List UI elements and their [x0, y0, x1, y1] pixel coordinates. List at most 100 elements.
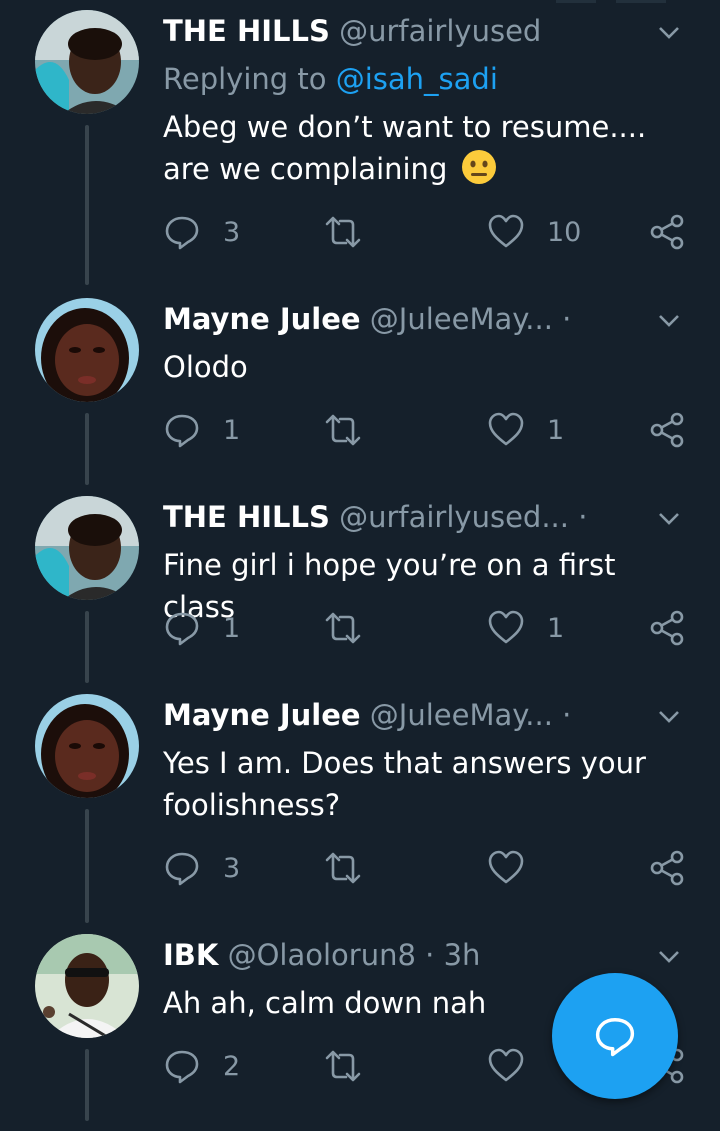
retweet-icon	[325, 1050, 361, 1082]
heart-icon	[488, 412, 524, 446]
avatar[interactable]	[35, 694, 139, 798]
retweet-icon	[325, 852, 361, 884]
retweet-icon	[325, 414, 361, 446]
user-handle[interactable]: @Olaolorun8	[228, 938, 416, 972]
retweet-icon	[325, 612, 361, 644]
tweet-actions: 3 10	[163, 210, 693, 254]
reply-button[interactable]: 1	[163, 606, 240, 650]
reply-icon	[165, 414, 199, 448]
replying-to: Replying to @isah_sadi	[163, 60, 498, 98]
share-icon	[650, 214, 684, 250]
mention-link[interactable]: @isah_sadi	[336, 62, 498, 96]
reply-button[interactable]: 1	[163, 408, 240, 452]
chevron-down-icon[interactable]	[654, 942, 684, 972]
tweet-time: ·	[562, 302, 572, 336]
like-button[interactable]: 1	[487, 606, 564, 650]
tweet-text: Olodo	[163, 346, 693, 388]
tweet-text-content: Abeg we don’t want to resume.... are we …	[163, 110, 647, 186]
like-button[interactable]	[487, 846, 547, 890]
tweet-text-content: Yes I am. Does that answers your foolish…	[163, 746, 646, 822]
tweet-actions: 1 1	[163, 408, 693, 452]
share-button[interactable]	[649, 210, 685, 254]
tweet-text-content: Ah ah, calm down nah	[163, 986, 487, 1020]
reply-count: 3	[223, 216, 241, 248]
avatar[interactable]	[35, 934, 139, 1038]
tweet-text: Abeg we don’t want to resume.... are we …	[163, 106, 693, 190]
tweet-text: Yes I am. Does that answers your foolish…	[163, 742, 653, 826]
chevron-down-icon[interactable]	[654, 504, 684, 534]
share-button[interactable]	[649, 606, 685, 650]
like-button[interactable]	[487, 1044, 547, 1088]
tweet-header: Mayne Julee @JuleeMay... ·	[163, 300, 630, 338]
chevron-down-icon[interactable]	[654, 702, 684, 732]
heart-icon	[488, 850, 524, 884]
share-button[interactable]	[649, 846, 685, 890]
heart-icon	[488, 610, 524, 644]
reply-icon	[165, 852, 199, 886]
chevron-down-icon[interactable]	[654, 306, 684, 336]
heart-icon	[488, 214, 524, 248]
tweet-time: ·	[578, 500, 588, 534]
thread-line	[85, 125, 89, 285]
tweet-header: IBK @Olaolorun8 · 3h	[163, 936, 630, 974]
share-icon	[650, 412, 684, 448]
reply-icon	[165, 1050, 199, 1084]
retweet-button[interactable]	[323, 1044, 385, 1088]
thread-line	[85, 1049, 89, 1121]
compose-reply-button[interactable]	[552, 973, 678, 1099]
thread-line	[85, 611, 89, 683]
neutral-face-emoji-icon	[461, 150, 496, 184]
reply-button[interactable]: 2	[163, 1044, 240, 1088]
tweet-header: Mayne Julee @JuleeMay... ·	[163, 696, 630, 734]
tweet[interactable]: THE HILLS @urfairlyused Replying to @isa…	[0, 0, 720, 290]
tweet-header: THE HILLS @urfairlyused	[163, 12, 630, 50]
avatar[interactable]	[35, 10, 139, 114]
avatar[interactable]	[35, 298, 139, 402]
reply-icon	[165, 612, 199, 646]
user-handle[interactable]: @JuleeMay...	[370, 698, 553, 732]
display-name[interactable]: THE HILLS	[163, 500, 330, 534]
reply-icon	[165, 216, 199, 250]
heart-icon	[488, 1048, 524, 1082]
retweet-icon	[325, 216, 361, 248]
thread-line	[85, 413, 89, 485]
tweet-header: THE HILLS @urfairlyused... ·	[163, 498, 630, 536]
replying-prefix: Replying to	[163, 62, 336, 96]
user-handle[interactable]: @urfairlyused	[339, 14, 541, 48]
reply-count: 1	[223, 612, 241, 644]
display-name[interactable]: Mayne Julee	[163, 698, 361, 732]
tweet[interactable]: THE HILLS @urfairlyused... · Fine girl i…	[0, 486, 720, 684]
like-count: 1	[547, 612, 565, 644]
display-name[interactable]: Mayne Julee	[163, 302, 361, 336]
reply-count: 1	[223, 414, 241, 446]
retweet-button[interactable]	[323, 408, 385, 452]
avatar[interactable]	[35, 496, 139, 600]
like-button[interactable]: 10	[487, 210, 581, 254]
display-name[interactable]: IBK	[163, 938, 218, 972]
user-handle[interactable]: @urfairlyused...	[339, 500, 569, 534]
tweet-actions: 3	[163, 846, 693, 890]
share-icon	[650, 850, 684, 886]
reply-count: 3	[223, 852, 241, 884]
tweet-time: · 3h	[425, 938, 481, 972]
retweet-button[interactable]	[323, 606, 385, 650]
reply-button[interactable]: 3	[163, 846, 240, 890]
like-button[interactable]: 1	[487, 408, 564, 452]
reply-button[interactable]: 3	[163, 210, 240, 254]
reply-count: 2	[223, 1050, 241, 1082]
chevron-down-icon[interactable]	[654, 18, 684, 48]
share-button[interactable]	[649, 408, 685, 452]
share-icon	[650, 610, 684, 646]
tweet-actions: 1 1	[163, 606, 693, 650]
user-handle[interactable]: @JuleeMay...	[370, 302, 553, 336]
tweet-time: ·	[562, 698, 572, 732]
tweet[interactable]: Mayne Julee @JuleeMay... · Olodo 1 1	[0, 288, 720, 486]
compose-reply-icon	[595, 1018, 635, 1057]
display-name[interactable]: THE HILLS	[163, 14, 330, 48]
like-count: 10	[547, 216, 582, 248]
thread-line	[85, 809, 89, 923]
retweet-button[interactable]	[323, 210, 385, 254]
tweet[interactable]: Mayne Julee @JuleeMay... · Yes I am. Doe…	[0, 684, 720, 924]
tweet-text-content: Olodo	[163, 350, 248, 384]
retweet-button[interactable]	[323, 846, 385, 890]
